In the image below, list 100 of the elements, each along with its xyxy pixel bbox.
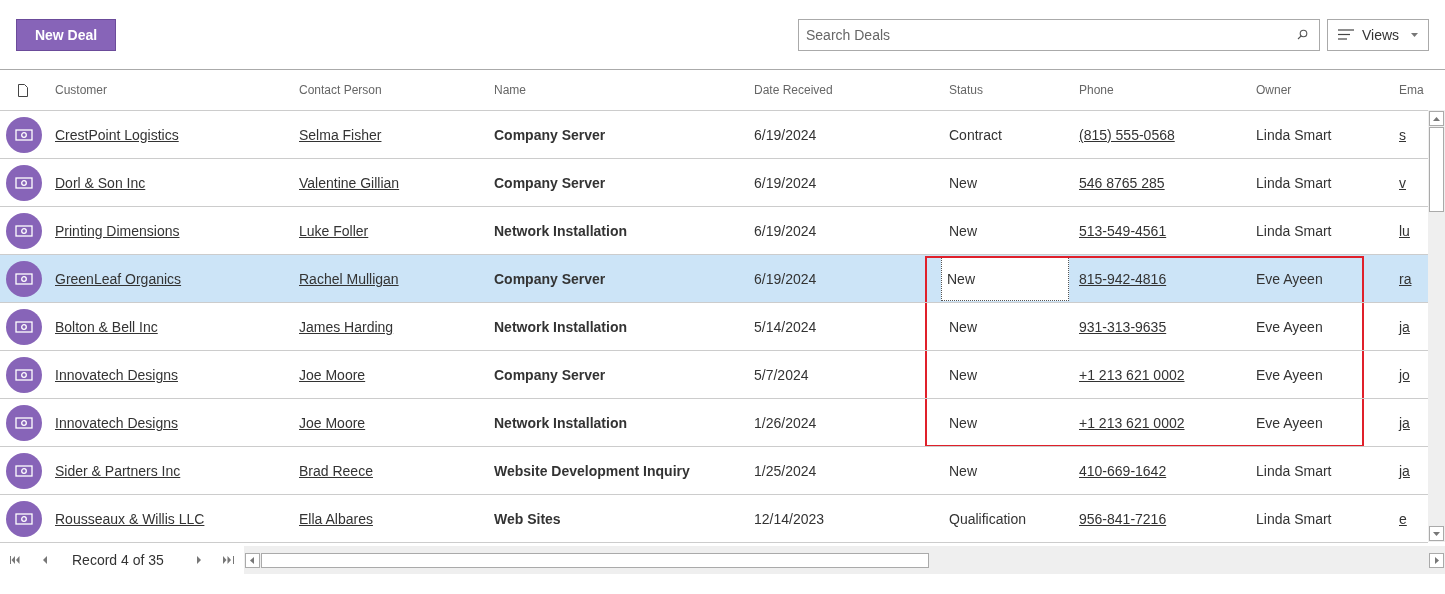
deal-row[interactable]: Rousseaux & Willis LLC Ella Albares Web Sites 12/14/2023 Qualification 956-841-7216 Linda Smart e — [0, 495, 1428, 543]
scroll-left-button[interactable] — [244, 552, 260, 568]
owner-cell-text: Eve Ayeen — [1255, 366, 1324, 383]
date-cell-text: 6/19/2024 — [753, 222, 818, 239]
customer-link[interactable]: GreenLeaf Organics — [55, 270, 182, 287]
first-icon — [9, 556, 21, 564]
deal-row[interactable]: Sider & Partners Inc Brad Reece Website Development Inquiry 1/25/2024 New 410-669-1642 Linda Smart ja — [0, 447, 1428, 495]
column-header[interactable]: Ema — [1396, 83, 1428, 97]
email-link[interactable]: e — [1399, 510, 1407, 527]
banknote-icon — [15, 224, 33, 237]
email-link[interactable]: ra — [1399, 270, 1412, 287]
caret-right-icon — [196, 556, 201, 564]
scroll-up-button[interactable] — [1429, 111, 1444, 126]
deal-row[interactable]: Innovatech Designs Joe Moore Network Installation 1/26/2024 New +1 213 621 0002 Eve Ayeen ja — [0, 399, 1428, 447]
record-counter: Record 4 of 35 — [71, 552, 165, 568]
deal-row[interactable]: Bolton & Bell Inc James Harding Network Installation 5/14/2024 New 931-313-9635 Eve Ayeen ja — [0, 303, 1428, 351]
phone-link[interactable]: +1 213 621 0002 — [1079, 366, 1185, 383]
phone-link[interactable]: (815) 555-0568 — [1079, 126, 1175, 143]
customer-link[interactable]: Innovatech Designs — [55, 366, 178, 383]
phone-link[interactable]: 546 8765 285 — [1079, 174, 1165, 191]
scrollbar-thumb[interactable] — [1429, 127, 1444, 212]
owner-cell-text: Linda Smart — [1255, 462, 1333, 479]
column-header[interactable]: Date Received — [744, 83, 939, 97]
email-link[interactable]: ja — [1399, 318, 1410, 335]
email-link[interactable]: v — [1399, 174, 1406, 191]
owner-cell-text: Eve Ayeen — [1255, 270, 1324, 287]
deal-name: Website Development Inquiry — [493, 462, 691, 479]
search-field[interactable]: Search Deals — [798, 18, 1320, 51]
phone-link[interactable]: 931-313-9635 — [1079, 318, 1167, 335]
column-header[interactable]: Phone — [1069, 83, 1246, 97]
status-cell-text: New — [948, 462, 978, 479]
deal-name: Company Server — [493, 174, 607, 191]
customer-link[interactable]: Sider & Partners Inc — [55, 462, 181, 479]
contact-link[interactable]: James Harding — [299, 318, 394, 335]
date-cell-text: 6/19/2024 — [753, 270, 818, 287]
column-header[interactable]: Status — [939, 83, 1069, 97]
contact-link[interactable]: Joe Moore — [299, 366, 366, 383]
banknote-icon — [15, 272, 33, 285]
caret-left-icon — [250, 556, 255, 564]
deal-name: Network Installation — [493, 318, 629, 335]
email-link[interactable]: lu — [1399, 222, 1410, 239]
email-link[interactable]: jo — [1399, 366, 1410, 383]
contact-link[interactable]: Rachel Mulligan — [299, 270, 399, 287]
customer-link[interactable]: CrestPoint Logistics — [55, 126, 179, 143]
views-button[interactable]: Views — [1327, 18, 1429, 51]
column-header[interactable]: Customer — [45, 83, 289, 97]
owner-cell-text: Eve Ayeen — [1255, 414, 1324, 431]
deal-name: Network Installation — [493, 414, 629, 431]
phone-link[interactable]: 956-841-7216 — [1079, 510, 1167, 527]
email-link[interactable]: ja — [1399, 414, 1410, 431]
column-header[interactable]: Name — [484, 83, 744, 97]
status-cell-text: New — [948, 366, 978, 383]
contact-link[interactable]: Valentine Gillian — [299, 174, 400, 191]
status-cell-text: Contract — [948, 126, 1003, 143]
caret-down-icon — [1433, 531, 1440, 536]
banknote-icon — [15, 512, 33, 525]
deal-row[interactable]: Innovatech Designs Joe Moore Company Server 5/7/2024 New +1 213 621 0002 Eve Ayeen jo — [0, 351, 1428, 399]
deal-row[interactable]: CrestPoint Logistics Selma Fisher Company Server 6/19/2024 Contract (815) 555-0568 Linda Smart s — [0, 111, 1428, 159]
contact-link[interactable]: Luke Foller — [299, 222, 369, 239]
owner-cell-text: Linda Smart — [1255, 174, 1333, 191]
phone-link[interactable]: +1 213 621 0002 — [1079, 414, 1185, 431]
status-cell-text: Qualification — [948, 510, 1028, 527]
caret-left-icon — [43, 556, 47, 564]
contact-link[interactable]: Brad Reece — [299, 462, 373, 479]
customer-link[interactable]: Bolton & Bell Inc — [55, 318, 158, 335]
date-cell-text: 6/19/2024 — [753, 126, 818, 143]
status-cell-text: New — [948, 414, 978, 431]
column-header[interactable]: Owner — [1246, 83, 1396, 97]
date-cell-text: 1/26/2024 — [753, 414, 818, 431]
date-cell-text: 12/14/2023 — [753, 510, 826, 527]
document-icon — [18, 83, 28, 97]
email-link[interactable]: s — [1399, 126, 1406, 143]
column-header[interactable]: Contact Person — [289, 83, 484, 97]
phone-link[interactable]: 410-669-1642 — [1079, 462, 1167, 479]
new-deal-button[interactable]: New Deal — [16, 18, 116, 51]
date-cell-text: 5/14/2024 — [753, 318, 818, 335]
contact-link[interactable]: Ella Albares — [299, 510, 373, 527]
deal-name: Company Server — [493, 126, 607, 143]
customer-link[interactable]: Dorl & Son Inc — [55, 174, 146, 191]
deal-row[interactable]: Dorl & Son Inc Valentine Gillian Company Server 6/19/2024 New 546 8765 285 Linda Smart v — [0, 159, 1428, 207]
date-cell-text: 1/25/2024 — [753, 462, 818, 479]
deal-row[interactable]: GreenLeaf Organics Rachel Mulligan Company Server 6/19/2024 New 815-942-4816 Eve Ayeen ra — [0, 255, 1428, 303]
banknote-icon — [15, 128, 33, 141]
scroll-down-button[interactable] — [1429, 526, 1444, 541]
lines-icon — [1338, 29, 1354, 40]
phone-link[interactable]: 513-549-4561 — [1079, 222, 1167, 239]
banknote-icon — [15, 320, 33, 333]
banknote-icon — [15, 368, 33, 381]
scroll-right-button[interactable] — [1429, 552, 1444, 568]
caret-right-icon — [1434, 556, 1439, 564]
contact-link[interactable]: Selma Fisher — [299, 126, 382, 143]
banknote-icon — [15, 176, 33, 189]
customer-link[interactable]: Printing Dimensions — [55, 222, 180, 239]
deal-name: Company Server — [493, 366, 607, 383]
email-link[interactable]: ja — [1399, 462, 1410, 479]
phone-link[interactable]: 815-942-4816 — [1079, 270, 1167, 287]
customer-link[interactable]: Rousseaux & Willis LLC — [55, 510, 205, 527]
customer-link[interactable]: Innovatech Designs — [55, 414, 178, 431]
scrollbar-thumb[interactable] — [260, 552, 929, 568]
contact-link[interactable]: Joe Moore — [299, 414, 366, 431]
